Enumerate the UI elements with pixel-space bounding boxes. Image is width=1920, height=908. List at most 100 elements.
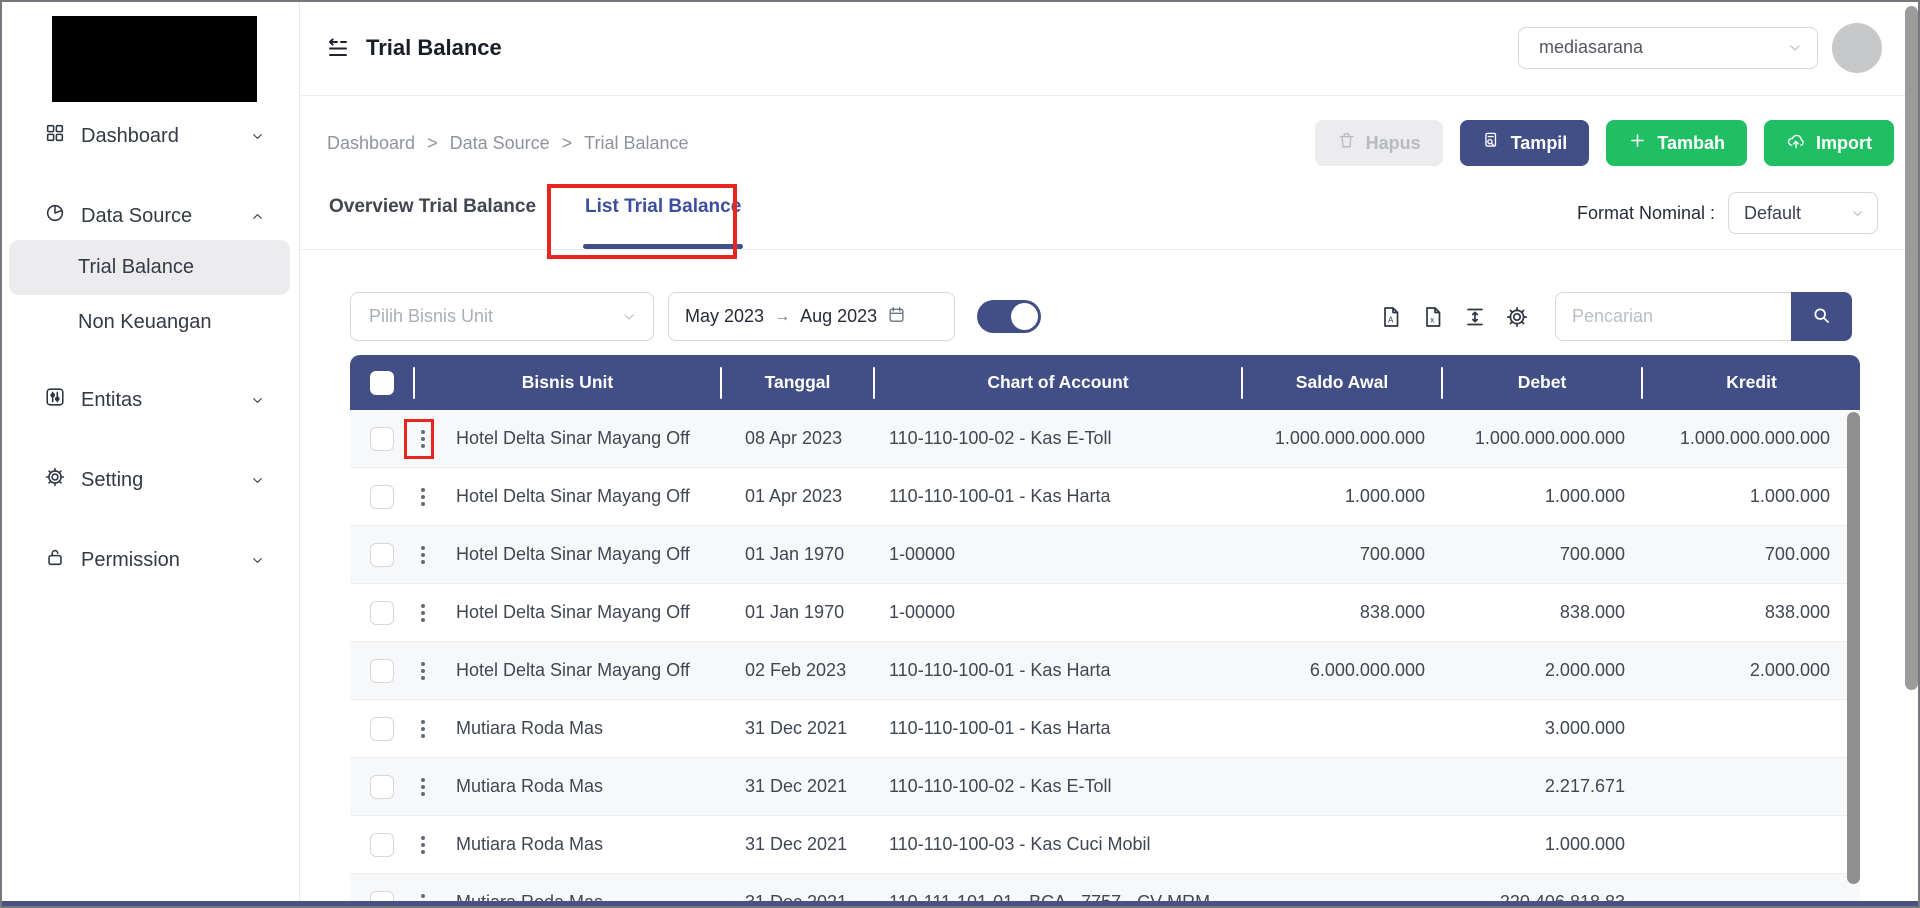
dashboard-grid-icon [44, 122, 66, 150]
table-row: Hotel Delta Sinar Mayang Off 08 Apr 2023 1… [350, 410, 1860, 468]
chevron-down-icon [1850, 206, 1865, 221]
breadcrumb-item[interactable]: Data Source [450, 133, 550, 154]
pdf-export-icon[interactable]: A [1379, 305, 1403, 329]
page-vertical-scrollbar[interactable] [1905, 6, 1918, 690]
row-menu-kebab-icon[interactable] [413, 656, 433, 686]
cell-saldo-awal: 1.000.000.000.000 [1274, 428, 1425, 448]
row-menu-kebab-icon[interactable] [413, 424, 433, 454]
lock-icon [44, 546, 66, 574]
tabs-row: Overview Trial Balance List Trial Balanc… [301, 190, 1920, 250]
row-checkbox[interactable] [369, 484, 394, 509]
cell-bisnis-unit: Hotel Delta Sinar Mayang Off [456, 660, 690, 680]
column-header-debet[interactable]: Debet [1443, 372, 1641, 393]
cloud-upload-icon [1786, 131, 1806, 156]
hapus-button[interactable]: Hapus [1314, 120, 1443, 166]
search-button[interactable] [1791, 292, 1852, 341]
sidebar-label: Setting [81, 468, 144, 491]
cell-debet: 2.217.671 [1544, 776, 1625, 796]
breadcrumb-item[interactable]: Dashboard [327, 133, 415, 154]
cell-kredit: 838.000 [1764, 602, 1830, 622]
cell-chart-of-account: 110-110-100-02 - Kas E-Toll [889, 428, 1112, 448]
table-header: Bisnis Unit Tanggal Chart of Account Sal… [350, 355, 1860, 410]
bisnis-unit-select[interactable]: Pilih Bisnis Unit [350, 292, 654, 341]
sliders-icon [44, 386, 66, 414]
chevron-down-icon [1787, 40, 1803, 56]
cell-debet: 700.000 [1559, 544, 1625, 564]
column-header-bisnis-unit[interactable]: Bisnis Unit [415, 372, 720, 393]
date-range-picker[interactable]: May 2023 → Aug 2023 [668, 292, 955, 341]
row-menu-kebab-icon[interactable] [413, 830, 433, 860]
table-row: Hotel Delta Sinar Mayang Off 02 Feb 2023 1… [350, 642, 1860, 700]
filter-toggle[interactable] [977, 300, 1041, 333]
import-button[interactable]: Import [1764, 120, 1894, 166]
cell-debet: 838.000 [1559, 602, 1625, 622]
filter-row: Pilih Bisnis Unit May 2023 → Aug 2023 A … [350, 292, 1860, 341]
table-vertical-scrollbar[interactable] [1847, 412, 1860, 884]
date-range-arrow-icon: → [774, 307, 791, 325]
row-checkbox[interactable] [369, 716, 394, 741]
row-checkbox[interactable] [369, 600, 394, 625]
search-input[interactable] [1555, 292, 1791, 341]
cell-debet: 1.000.000 [1544, 486, 1625, 506]
cell-bisnis-unit: Mutiara Roda Mas [456, 834, 604, 854]
document-search-icon [1482, 131, 1501, 155]
svg-text:A: A [1388, 315, 1394, 324]
breadcrumb-separator: > [561, 132, 573, 153]
chevron-down-icon [250, 393, 265, 408]
column-header-kredit[interactable]: Kredit [1643, 372, 1860, 393]
topbar: Trial Balance mediasarana [301, 0, 1920, 96]
select-all-checkbox[interactable] [369, 370, 394, 395]
column-header-chart-of-account[interactable]: Chart of Account [875, 372, 1241, 393]
avatar[interactable] [1832, 22, 1882, 73]
row-menu-kebab-icon[interactable] [413, 482, 433, 512]
tampil-button[interactable]: Tampil [1459, 120, 1590, 166]
row-checkbox[interactable] [369, 832, 394, 857]
sidebar-item-entitas[interactable]: Entitas [0, 376, 299, 424]
sidebar-item-dashboard[interactable]: Dashboard [0, 112, 299, 160]
toggle-knob [1011, 303, 1038, 330]
sidebar-item-permission[interactable]: Permission [0, 536, 299, 584]
tab-overview-trial-balance[interactable]: Overview Trial Balance [327, 190, 538, 249]
cell-tanggal: 08 Apr 2023 [745, 428, 843, 448]
row-checkbox[interactable] [369, 774, 394, 799]
column-header-saldo-awal[interactable]: Saldo Awal [1243, 372, 1441, 393]
cell-chart-of-account: 1-00000 [889, 602, 956, 622]
plus-icon [1628, 131, 1647, 155]
sidebar-item-non-keuangan[interactable]: Non Keuangan [0, 295, 299, 350]
excel-export-icon[interactable]: x [1421, 305, 1445, 329]
row-checkbox[interactable] [369, 542, 394, 567]
company-select[interactable]: mediasarana [1518, 26, 1818, 69]
sidebar-item-trial-balance[interactable]: Trial Balance [9, 240, 290, 295]
active-tab-underline [583, 244, 744, 249]
collapse-sidebar-icon[interactable] [326, 36, 350, 60]
tab-list-trial-balance[interactable]: List Trial Balance [583, 190, 744, 249]
sidebar-item-setting[interactable]: Setting [0, 456, 299, 504]
format-nominal-select[interactable]: Default [1728, 192, 1878, 234]
tambah-button[interactable]: Tambah [1606, 120, 1747, 166]
column-settings-gear-icon[interactable] [1505, 305, 1529, 329]
cell-tanggal: 31 Dec 2021 [745, 718, 848, 738]
row-menu-kebab-icon[interactable] [413, 540, 433, 570]
cell-saldo-awal: 6.000.000.000 [1309, 660, 1425, 680]
column-header-tanggal[interactable]: Tanggal [722, 372, 873, 393]
format-nominal-label: Format Nominal : [1576, 202, 1715, 223]
cell-tanggal: 31 Dec 2021 [745, 776, 848, 796]
cell-saldo-awal: 1.000.000 [1344, 486, 1425, 506]
chevron-up-icon [250, 209, 265, 224]
breadcrumb-item[interactable]: Trial Balance [584, 133, 688, 154]
sidebar: Dashboard Data Source Trial Balance Non … [0, 0, 300, 908]
row-checkbox[interactable] [369, 426, 394, 451]
sidebar-item-data-source[interactable]: Data Source [0, 192, 299, 240]
table-body: Hotel Delta Sinar Mayang Off 08 Apr 2023 1… [350, 410, 1860, 908]
row-menu-kebab-icon[interactable] [413, 714, 433, 744]
row-checkbox[interactable] [369, 658, 394, 683]
window-bottom-edge [0, 901, 1920, 906]
breadcrumb-separator: > [427, 132, 438, 153]
cell-chart-of-account: 110-110-100-02 - Kas E-Toll [889, 776, 1112, 796]
row-menu-kebab-icon[interactable] [413, 772, 433, 802]
trash-icon [1337, 131, 1356, 155]
row-menu-kebab-icon[interactable] [413, 598, 433, 628]
row-height-icon[interactable] [1463, 305, 1487, 329]
sidebar-label: Entitas [81, 388, 143, 411]
app-logo [52, 16, 257, 102]
